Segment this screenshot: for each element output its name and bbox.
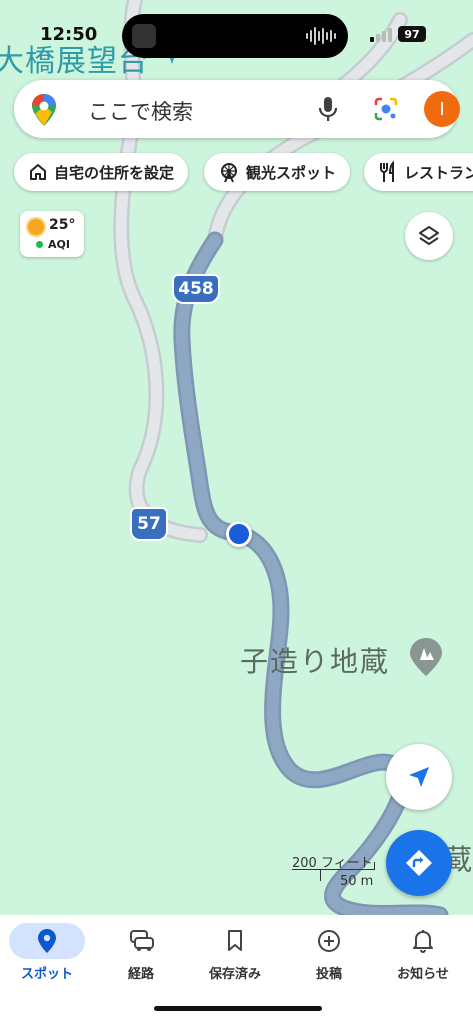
nav-label: スポット [20,967,73,982]
search-bar[interactable]: ここで検索 I [14,80,460,138]
directions-icon [406,850,432,876]
bell-icon [413,930,433,953]
nav-label: 投稿 [315,967,342,982]
directions-button[interactable] [386,830,452,896]
nav-label: 経路 [127,967,154,982]
nav-commute[interactable]: 経路 [94,915,188,995]
aqi-status-dot [36,241,43,248]
nav-label: お知らせ [397,967,449,982]
nav-label: 保存済み [208,967,261,982]
route-shield-458: 458 [172,274,220,304]
recenter-button[interactable] [386,744,452,810]
fork-knife-icon [380,161,394,182]
navigation-arrow-icon [409,767,429,787]
dynamic-island [122,14,348,58]
battery-indicator: 97 [398,26,426,42]
nav-updates[interactable]: お知らせ [376,915,470,995]
scale-metric: 50 m [340,874,374,889]
nav-explore[interactable]: スポット [0,915,94,995]
microphone-icon[interactable] [316,95,340,123]
chip-label: 観光スポット [246,163,337,182]
home-icon [30,164,46,180]
add-circle-icon [318,930,340,952]
cellular-signal-icon [370,26,392,42]
layers-icon [419,226,439,245]
location-pin-icon [38,929,56,953]
chip-set-home[interactable]: 自宅の住所を設定 [14,153,189,191]
car-icon [130,930,154,951]
sun-icon [28,219,44,235]
route-shield-57: 57 [130,507,168,541]
chip-restaurants[interactable]: レストラン [364,153,473,191]
layers-button[interactable] [405,212,453,260]
chip-label: レストラン [404,163,473,182]
search-input[interactable]: ここで検索 [88,96,193,126]
bookmark-icon [228,930,242,951]
map-label-jizo[interactable]: 子造り地蔵 [240,640,390,680]
weather-temperature: 25° [49,217,76,233]
aqi-label: AQI [48,238,70,251]
nav-contribute[interactable]: 投稿 [282,915,376,995]
google-maps-logo-icon [32,94,56,126]
chip-label: 自宅の住所を設定 [54,163,175,182]
map-scale: 200 フィート 50 m [292,852,382,892]
current-location-dot [226,521,252,547]
weather-widget[interactable]: 25° AQI [20,211,84,257]
google-lens-icon[interactable] [372,95,400,123]
status-time: 12:50 [40,24,98,45]
chip-sightseeing[interactable]: 観光スポット [204,153,351,191]
account-avatar[interactable]: I [424,91,460,127]
app-thumbnail-icon [132,24,156,48]
ferris-wheel-icon [221,163,237,183]
audio-wave-icon [306,26,336,46]
home-indicator[interactable] [154,1006,322,1011]
nav-saved[interactable]: 保存済み [188,915,282,995]
